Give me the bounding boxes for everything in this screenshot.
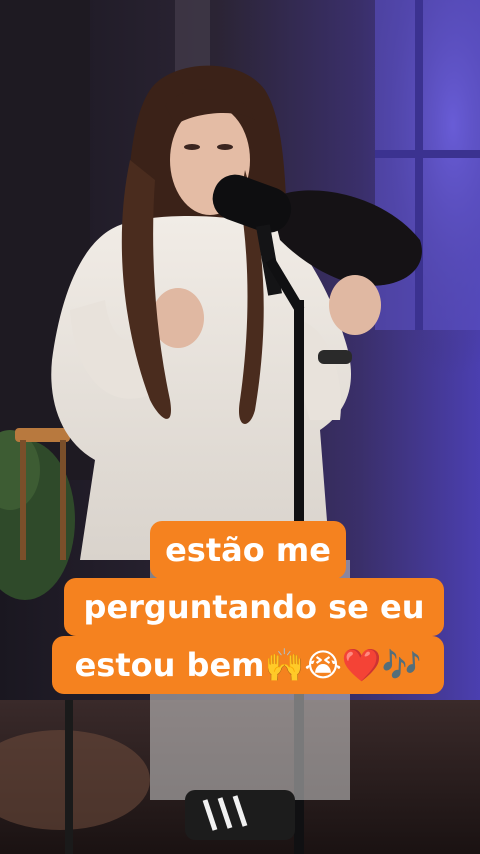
caption-line-2: perguntando se eu <box>64 578 444 636</box>
video-frame: estão me perguntando se eu estou bem🙌😭❤️… <box>0 0 480 854</box>
caption-line-1: estão me <box>150 521 346 579</box>
left-hand <box>152 288 204 348</box>
caption-line-3: estou bem🙌😭❤️🎶 <box>52 636 444 694</box>
sneaker <box>185 790 295 840</box>
left-eye <box>184 144 200 150</box>
right-hand <box>329 275 381 335</box>
wristband <box>318 350 352 364</box>
performance-photo <box>0 0 480 854</box>
right-eye <box>217 144 233 150</box>
